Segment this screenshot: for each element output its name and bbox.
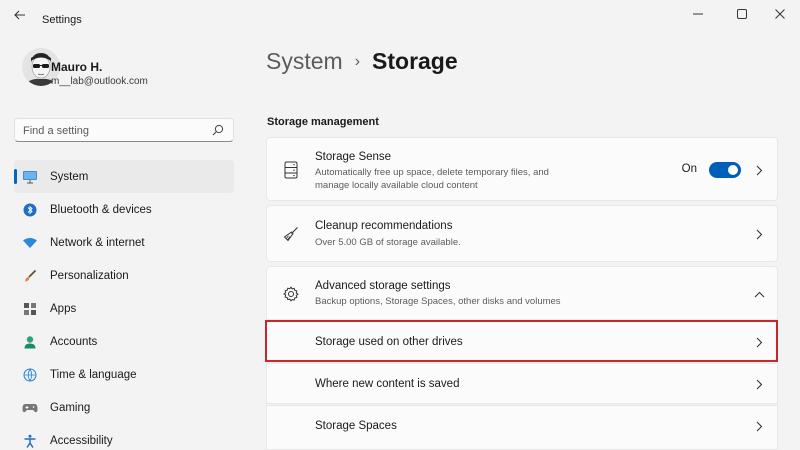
- storage-spaces-item[interactable]: Storage Spaces: [266, 405, 778, 450]
- maximize-icon: [737, 9, 747, 19]
- sidebar-item-personalization[interactable]: Personalization: [14, 259, 234, 292]
- sidebar-item-network[interactable]: Network & internet: [14, 226, 234, 259]
- storage-sense-description-line2: manage locally available cloud content: [315, 180, 478, 191]
- sidebar-item-bluetooth[interactable]: Bluetooth & devices: [14, 193, 234, 226]
- cleanup-title: Cleanup recommendations: [315, 220, 453, 232]
- close-button[interactable]: [770, 5, 790, 23]
- chevron-right-icon: [753, 228, 765, 240]
- sidebar-item-label: Personalization: [50, 269, 129, 282]
- toggle-state-label: On: [681, 163, 697, 175]
- back-button[interactable]: [10, 6, 30, 24]
- sidebar-item-label: Bluetooth & devices: [50, 203, 152, 216]
- arrow-left-icon: [14, 10, 25, 20]
- monitor-icon: [22, 169, 38, 185]
- page-title: Storage: [372, 48, 458, 74]
- chevron-right-icon: [753, 336, 765, 348]
- bluetooth-icon: [22, 202, 38, 218]
- where-new-content-is-saved-item[interactable]: Where new content is saved: [266, 363, 778, 404]
- storage-sense-toggle[interactable]: [709, 162, 741, 178]
- breadcrumb-parent[interactable]: System: [266, 48, 343, 75]
- breadcrumb-separator: ›: [354, 52, 361, 70]
- search-icon: [212, 124, 224, 136]
- chevron-up-icon: [753, 288, 765, 300]
- wifi-icon: [22, 235, 38, 251]
- chevron-right-icon: [753, 420, 765, 432]
- minimize-button[interactable]: [688, 5, 708, 23]
- title-bar: Settings: [0, 0, 800, 30]
- breadcrumb: System › Storage: [266, 48, 458, 75]
- sidebar-item-accessibility[interactable]: Accessibility: [14, 424, 234, 450]
- sidebar-item-system[interactable]: System: [14, 160, 234, 193]
- sidebar-item-label: Apps: [50, 302, 77, 315]
- sidebar-item-label: Accounts: [50, 335, 98, 348]
- sidebar-item-label: Gaming: [50, 401, 91, 414]
- cleanup-recommendations-card[interactable]: Cleanup recommendations Over 5.00 GB of …: [266, 205, 778, 262]
- sidebar-item-time-language[interactable]: Time & language: [14, 358, 234, 391]
- chevron-right-icon: [753, 164, 765, 176]
- sidebar-item-accounts[interactable]: Accounts: [14, 325, 234, 358]
- sidebar-item-label: Network & internet: [50, 236, 145, 249]
- storage-used-on-other-drives-item[interactable]: Storage used on other drives: [266, 321, 778, 362]
- search-placeholder: Find a setting: [23, 125, 90, 137]
- user-name: Mauro H.: [51, 60, 103, 74]
- sidebar-item-label: Time & language: [50, 368, 137, 381]
- gear-icon: [281, 284, 301, 304]
- apps-icon: [22, 301, 38, 317]
- gamepad-icon: [22, 400, 38, 416]
- person-icon: [22, 334, 38, 350]
- sidebar-item-gaming[interactable]: Gaming: [14, 391, 234, 424]
- brush-icon: [22, 268, 38, 284]
- storage-sense-card[interactable]: Storage Sense Automatically free up spac…: [266, 137, 778, 201]
- chevron-right-icon: [753, 378, 765, 390]
- search-input[interactable]: Find a setting: [14, 118, 234, 142]
- selection-indicator: [14, 169, 17, 184]
- user-email: m__lab@outlook.com: [51, 76, 148, 87]
- sidebar-item-label: Accessibility: [50, 434, 113, 447]
- storage-sense-title: Storage Sense: [315, 151, 392, 163]
- sidebar-item-label: System: [50, 170, 89, 183]
- sub-item-label: Storage used on other drives: [315, 336, 463, 348]
- storage-sense-description-line1: Automatically free up space, delete temp…: [315, 167, 549, 178]
- window-title: Settings: [42, 14, 82, 26]
- sidebar-item-apps[interactable]: Apps: [14, 292, 234, 325]
- toggle-knob: [728, 165, 738, 175]
- accessibility-icon: [22, 433, 38, 449]
- globe-clock-icon: [22, 367, 38, 383]
- section-title: Storage management: [267, 116, 379, 128]
- advanced-storage-title: Advanced storage settings: [315, 280, 451, 292]
- storage-drive-icon: [281, 160, 301, 180]
- cleanup-description: Over 5.00 GB of storage available.: [315, 237, 461, 248]
- close-icon: [775, 9, 785, 19]
- maximize-button[interactable]: [732, 5, 752, 23]
- broom-icon: [281, 224, 301, 244]
- advanced-storage-description: Backup options, Storage Spaces, other di…: [315, 296, 561, 307]
- sidebar-nav: System Bluetooth & devices Network & int…: [14, 160, 234, 450]
- minimize-icon: [693, 13, 703, 15]
- sub-item-label: Where new content is saved: [315, 378, 460, 390]
- advanced-storage-settings-card[interactable]: Advanced storage settings Backup options…: [266, 266, 778, 320]
- sub-item-label: Storage Spaces: [315, 420, 397, 432]
